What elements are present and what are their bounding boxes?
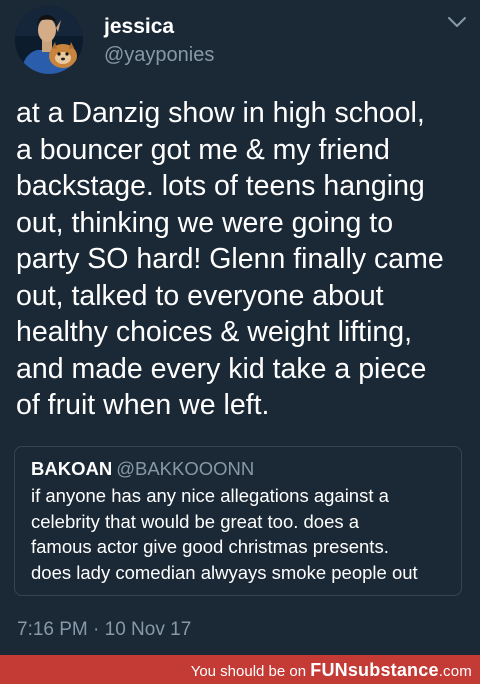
watermark-text: You should be on FUNsubstance.com xyxy=(191,659,472,683)
tweet-text-line: backstage. lots of teens hanging xyxy=(16,170,425,202)
tweet-text-line: out, thinking we were going to xyxy=(16,206,394,239)
chevron-down-icon xyxy=(448,17,466,27)
tweet-text-line: at a Danzig show in high school, xyxy=(16,97,425,129)
tweet-text-line: out, talked to everyone about xyxy=(16,279,384,312)
quoted-text-line: famous actor give good christmas present… xyxy=(31,536,389,557)
tweet-text-line: of fruit when we left. xyxy=(16,389,270,421)
quoted-text-line: celebrity that would be great too. does … xyxy=(31,510,360,532)
quoted-author-handle: @BAKKOOONN xyxy=(116,458,255,479)
watermark-footer: You should be on FUNsubstance.com xyxy=(0,655,480,684)
avatar-spock-with-dog-icon xyxy=(15,6,83,74)
quoted-tweet[interactable]: BAKOAN @BAKKOOONN if anyone has any nice … xyxy=(14,446,462,596)
tweet-text-line: and made every kid take a piece xyxy=(16,352,427,385)
tweet-card: jessica @yayponies at a Danzig show in h… xyxy=(0,0,480,655)
quoted-text-line: if anyone has any nice allegations again… xyxy=(31,485,389,506)
quoted-tweet-header: BAKOAN @BAKKOOONN xyxy=(31,457,254,481)
watermark-brand-suffix: .com xyxy=(438,663,472,680)
quoted-tweet-text: if anyone has any nice allegations again… xyxy=(31,483,459,585)
tweet-text-line: a bouncer got me & my friend xyxy=(16,133,390,166)
tweet-timestamp[interactable]: 7:16 PM · 10 Nov 17 xyxy=(17,618,191,642)
tweet-menu-button[interactable] xyxy=(446,14,468,30)
watermark-brand: FUNsubstance.com xyxy=(310,660,472,680)
tweet-text-line: healthy choices & weight lifting, xyxy=(16,316,413,348)
author-display-name[interactable]: jessica xyxy=(104,14,174,40)
tweet-text-line: party SO hard! Glenn finally came xyxy=(16,243,444,275)
watermark-brand-name: FUNsubstance xyxy=(310,660,439,680)
watermark-prefix: You should be on xyxy=(190,663,307,680)
quoted-author-display-name: BAKOAN xyxy=(31,458,113,479)
quoted-text-line: does lady comedian alwyays smoke people … xyxy=(31,561,418,583)
tweet-text: at a Danzig show in high school, a bounc… xyxy=(16,95,472,424)
author-handle[interactable]: @yayponies xyxy=(104,42,214,68)
avatar[interactable] xyxy=(15,6,83,74)
